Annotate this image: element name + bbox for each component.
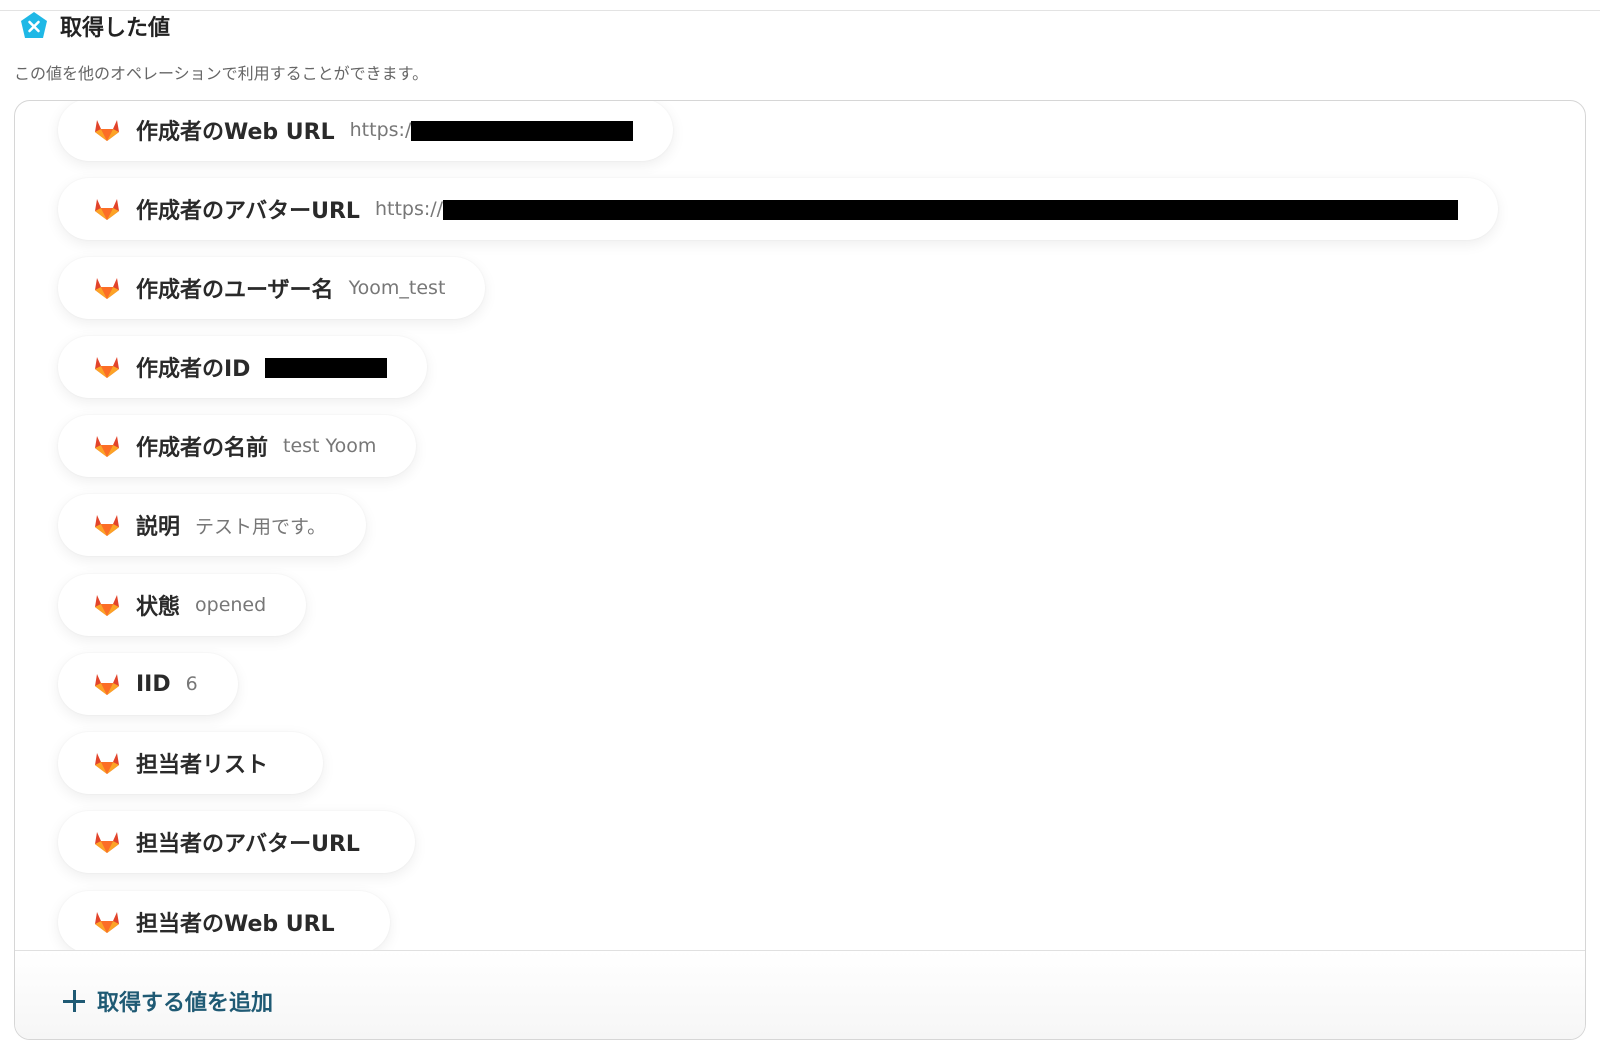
gitlab-icon <box>95 832 119 853</box>
value-item-assignee-web-url[interactable]: 担当者のWeb URL <box>58 891 390 953</box>
section-header: 取得した値 <box>18 10 170 42</box>
yoom-x-icon <box>18 10 50 42</box>
gitlab-icon <box>95 595 119 616</box>
value-item-description[interactable]: 説明 テスト用です。 <box>58 494 367 556</box>
value-item-author-name[interactable]: 作成者の名前 test Yoom <box>58 415 417 477</box>
values-list[interactable]: 作成者のWeb URL https:/ 作成者のアバターURL https://… <box>15 101 1585 953</box>
value-text: test Yoom <box>283 435 377 457</box>
value-text: opened <box>195 594 267 616</box>
value-item-assignee-list[interactable]: 担当者リスト <box>58 732 324 794</box>
value-text: https:/ <box>350 119 634 141</box>
top-divider <box>0 10 1600 11</box>
value-item-author-username[interactable]: 作成者のユーザー名 Yoom_test <box>58 257 486 319</box>
value-item-author-avatar-url[interactable]: 作成者のアバターURL https:// <box>58 178 1499 240</box>
gitlab-icon <box>95 436 119 457</box>
value-label: 作成者のユーザー名 <box>136 278 334 303</box>
value-item-author-id[interactable]: 作成者のID <box>58 336 428 398</box>
value-text: https:// <box>375 198 1459 220</box>
gitlab-icon <box>95 357 119 378</box>
add-value-button[interactable]: 取得する値を追加 <box>63 985 273 1017</box>
redaction-bar <box>411 120 634 141</box>
value-text: 6 <box>185 673 198 695</box>
section-title: 取得した値 <box>60 16 171 41</box>
section-subtitle: この値を他のオペレーションで利用することができます。 <box>14 64 429 83</box>
value-label: 担当者のアバターURL <box>136 832 360 857</box>
value-item-state[interactable]: 状態 opened <box>58 574 307 636</box>
value-label: 担当者のWeb URL <box>136 912 335 937</box>
add-value-label: 取得する値を追加 <box>97 991 274 1016</box>
gitlab-icon <box>95 912 119 933</box>
gitlab-icon <box>95 199 119 220</box>
values-panel: 作成者のWeb URL https:/ 作成者のアバターURL https://… <box>14 100 1586 1040</box>
value-label: 作成者のWeb URL <box>136 120 335 145</box>
value-label: 説明 <box>136 515 181 540</box>
value-text: Yoom_test <box>348 277 446 299</box>
value-label: 状態 <box>136 595 181 620</box>
redaction-bar <box>265 357 388 378</box>
plus-icon <box>63 990 85 1012</box>
gitlab-icon <box>95 753 119 774</box>
value-label: 作成者のアバターURL <box>136 199 360 224</box>
gitlab-icon <box>95 515 119 536</box>
value-label: 作成者のID <box>136 357 251 382</box>
value-item-author-web-url[interactable]: 作成者のWeb URL https:/ <box>58 101 674 161</box>
value-text: テスト用です。 <box>195 515 327 538</box>
gitlab-icon <box>95 278 119 299</box>
gitlab-icon <box>95 120 119 141</box>
panel-footer: 取得する値を追加 <box>15 950 1585 1039</box>
value-label: IID <box>136 671 171 697</box>
value-item-iid[interactable]: IID 6 <box>58 653 238 715</box>
redaction-bar <box>443 199 1459 220</box>
value-text <box>265 356 388 378</box>
value-item-assignee-avatar-url[interactable]: 担当者のアバターURL <box>58 811 415 873</box>
value-label: 作成者の名前 <box>136 436 269 461</box>
value-label: 担当者リスト <box>136 753 269 778</box>
gitlab-icon <box>95 674 119 695</box>
